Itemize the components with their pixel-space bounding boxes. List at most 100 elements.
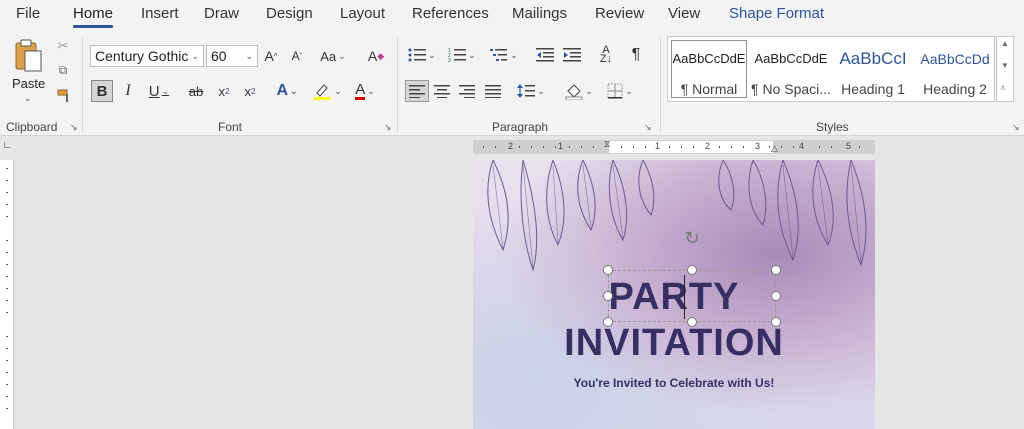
justify-icon[interactable] [483, 80, 503, 102]
borders-icon[interactable]: ⌄ [603, 80, 637, 102]
styles-launcher-icon[interactable]: ↘ [1012, 122, 1022, 132]
tab-view[interactable]: View [668, 5, 700, 22]
font-launcher-icon[interactable]: ↘ [384, 122, 394, 132]
clear-formatting-icon[interactable]: A ◆ [366, 46, 386, 66]
style-heading-1[interactable]: AaBbCcI Heading 1 [832, 37, 914, 101]
tab-shape-format[interactable]: Shape Format [729, 5, 824, 22]
style-sample: AaBbCcDdE [672, 51, 746, 66]
font-size-select[interactable]: 60 ⌄ [206, 45, 258, 67]
clipboard-group-label: Clipboard [6, 120, 58, 134]
paste-label[interactable]: Paste [12, 76, 45, 91]
clipboard-launcher-icon[interactable]: ↘ [70, 122, 80, 132]
indent-marker-icon[interactable]: ⧖ [604, 139, 610, 150]
ruler-number: 5 [846, 141, 852, 151]
superscript-button[interactable]: x2 [240, 80, 260, 102]
tab-layout[interactable]: Layout [340, 5, 385, 22]
copy-icon[interactable]: ⧉ [56, 62, 70, 78]
group-divider [397, 38, 398, 132]
align-center-icon[interactable] [432, 80, 452, 102]
sort-icon[interactable]: A Z↓ [596, 44, 616, 66]
scroll-up-icon[interactable]: ▲ [1001, 39, 1009, 48]
style-name: Heading 2 [923, 81, 987, 97]
text-cursor [684, 275, 685, 319]
tab-references[interactable]: References [412, 5, 489, 22]
multilevel-list-icon[interactable]: ⌄ [488, 44, 520, 66]
style-name: Heading 1 [841, 81, 905, 97]
vertical-ruler[interactable] [0, 160, 14, 429]
grow-font-icon[interactable]: A ^ [263, 46, 279, 66]
font-group-label: Font [218, 120, 243, 134]
bold-button[interactable]: B [91, 80, 113, 102]
resize-handle[interactable] [603, 291, 613, 301]
styles-scroll: ▲ ▼ ⩡ [996, 36, 1014, 102]
cut-icon[interactable]: ✂ [56, 38, 70, 54]
style-name: ¶ No Spaci... [751, 81, 831, 97]
title-invitation[interactable]: INVITATION [473, 322, 875, 365]
style-sample: AaBbCcI [839, 49, 907, 68]
svg-text:3: 3 [448, 58, 451, 63]
italic-button[interactable]: I [120, 80, 136, 102]
align-left-icon[interactable] [405, 80, 429, 102]
ruler-number: 1 [558, 141, 564, 151]
font-size-value: 60 [211, 48, 227, 64]
font-color-button[interactable]: A ⌄ [348, 80, 382, 102]
increase-indent-icon[interactable] [562, 44, 582, 66]
tab-file[interactable]: File [16, 5, 40, 22]
shrink-font-icon[interactable]: Aˇ [289, 46, 305, 66]
style-normal[interactable]: AaBbCcDdE ¶ Normal [668, 37, 750, 101]
align-right-icon[interactable] [457, 80, 477, 102]
resize-handle[interactable] [687, 317, 697, 327]
resize-handle[interactable] [771, 291, 781, 301]
styles-gallery: AaBbCcDdE ¶ Normal AaBbCcDdE ¶ No Spaci.… [667, 36, 995, 102]
font-family-value: Century Gothic [95, 48, 189, 64]
change-case-label: Aa [320, 48, 337, 64]
tab-draw[interactable]: Draw [204, 5, 239, 22]
show-formatting-marks-icon[interactable]: ¶ [626, 44, 646, 66]
strikethrough-button[interactable]: ab [185, 80, 207, 102]
group-divider [660, 38, 661, 132]
resize-handle[interactable] [771, 317, 781, 327]
style-no-spacing[interactable]: AaBbCcDdE ¶ No Spaci... [750, 37, 832, 101]
right-indent-marker-icon[interactable]: △ [771, 143, 778, 154]
chevron-down-icon: ⌄ [191, 50, 199, 61]
more-styles-icon[interactable]: ⩡ [1000, 83, 1006, 94]
scroll-down-icon[interactable]: ▼ [1001, 61, 1009, 70]
tab-selector-icon[interactable]: ∟ [0, 140, 14, 154]
style-heading-2[interactable]: AaBbCcDd Heading 2 [914, 37, 996, 101]
bullets-icon[interactable]: ⌄ [406, 44, 438, 66]
tab-design[interactable]: Design [266, 5, 313, 22]
tab-insert[interactable]: Insert [141, 5, 179, 22]
ruler-number: 3 [755, 141, 761, 151]
numbering-icon[interactable]: 1 2 3 ⌄ [446, 44, 478, 66]
resize-handle[interactable] [603, 265, 613, 275]
textbox-selection-frame[interactable] [608, 270, 776, 322]
change-case-button[interactable]: Aa ⌄ [319, 46, 347, 66]
line-spacing-icon[interactable]: ⌄ [514, 80, 548, 102]
text-effects-button[interactable]: A ⌄ [270, 80, 304, 102]
chevron-down-icon: ⌄ [245, 50, 253, 61]
horizontal-ruler[interactable]: 2 1 1 2 3 4 5 ⧖ △ [473, 139, 875, 154]
format-painter-icon[interactable] [56, 88, 72, 104]
decrease-indent-icon[interactable] [535, 44, 555, 66]
paste-dropdown-chevron-icon[interactable]: ⌄ [24, 93, 32, 104]
paragraph-group-label: Paragraph [492, 120, 549, 134]
shading-icon[interactable]: ⌄ [562, 80, 596, 102]
underline-button[interactable]: U ⌄ [145, 80, 173, 102]
resize-handle[interactable] [687, 265, 697, 275]
tab-mailings[interactable]: Mailings [512, 5, 567, 22]
style-name: ¶ Normal [680, 81, 738, 97]
ruler-number: 2 [705, 141, 711, 151]
subscript-button[interactable]: x2 [214, 80, 234, 102]
ribbon-tabs: File Home Insert Draw Design Layout Refe… [0, 0, 1024, 30]
tab-review[interactable]: Review [595, 5, 644, 22]
paste-icon[interactable] [10, 36, 46, 76]
rotate-handle-icon[interactable]: ↻ [682, 228, 702, 248]
resize-handle[interactable] [771, 265, 781, 275]
subtitle[interactable]: You're Invited to Celebrate with Us! [473, 376, 875, 390]
highlight-color-button[interactable]: ⌄ [310, 80, 344, 102]
style-sample: AaBbCcDdE [754, 51, 828, 66]
font-family-select[interactable]: Century Gothic ⌄ [90, 45, 204, 67]
paragraph-launcher-icon[interactable]: ↘ [644, 122, 654, 132]
resize-handle[interactable] [603, 317, 613, 327]
tab-home[interactable]: Home [73, 5, 114, 28]
